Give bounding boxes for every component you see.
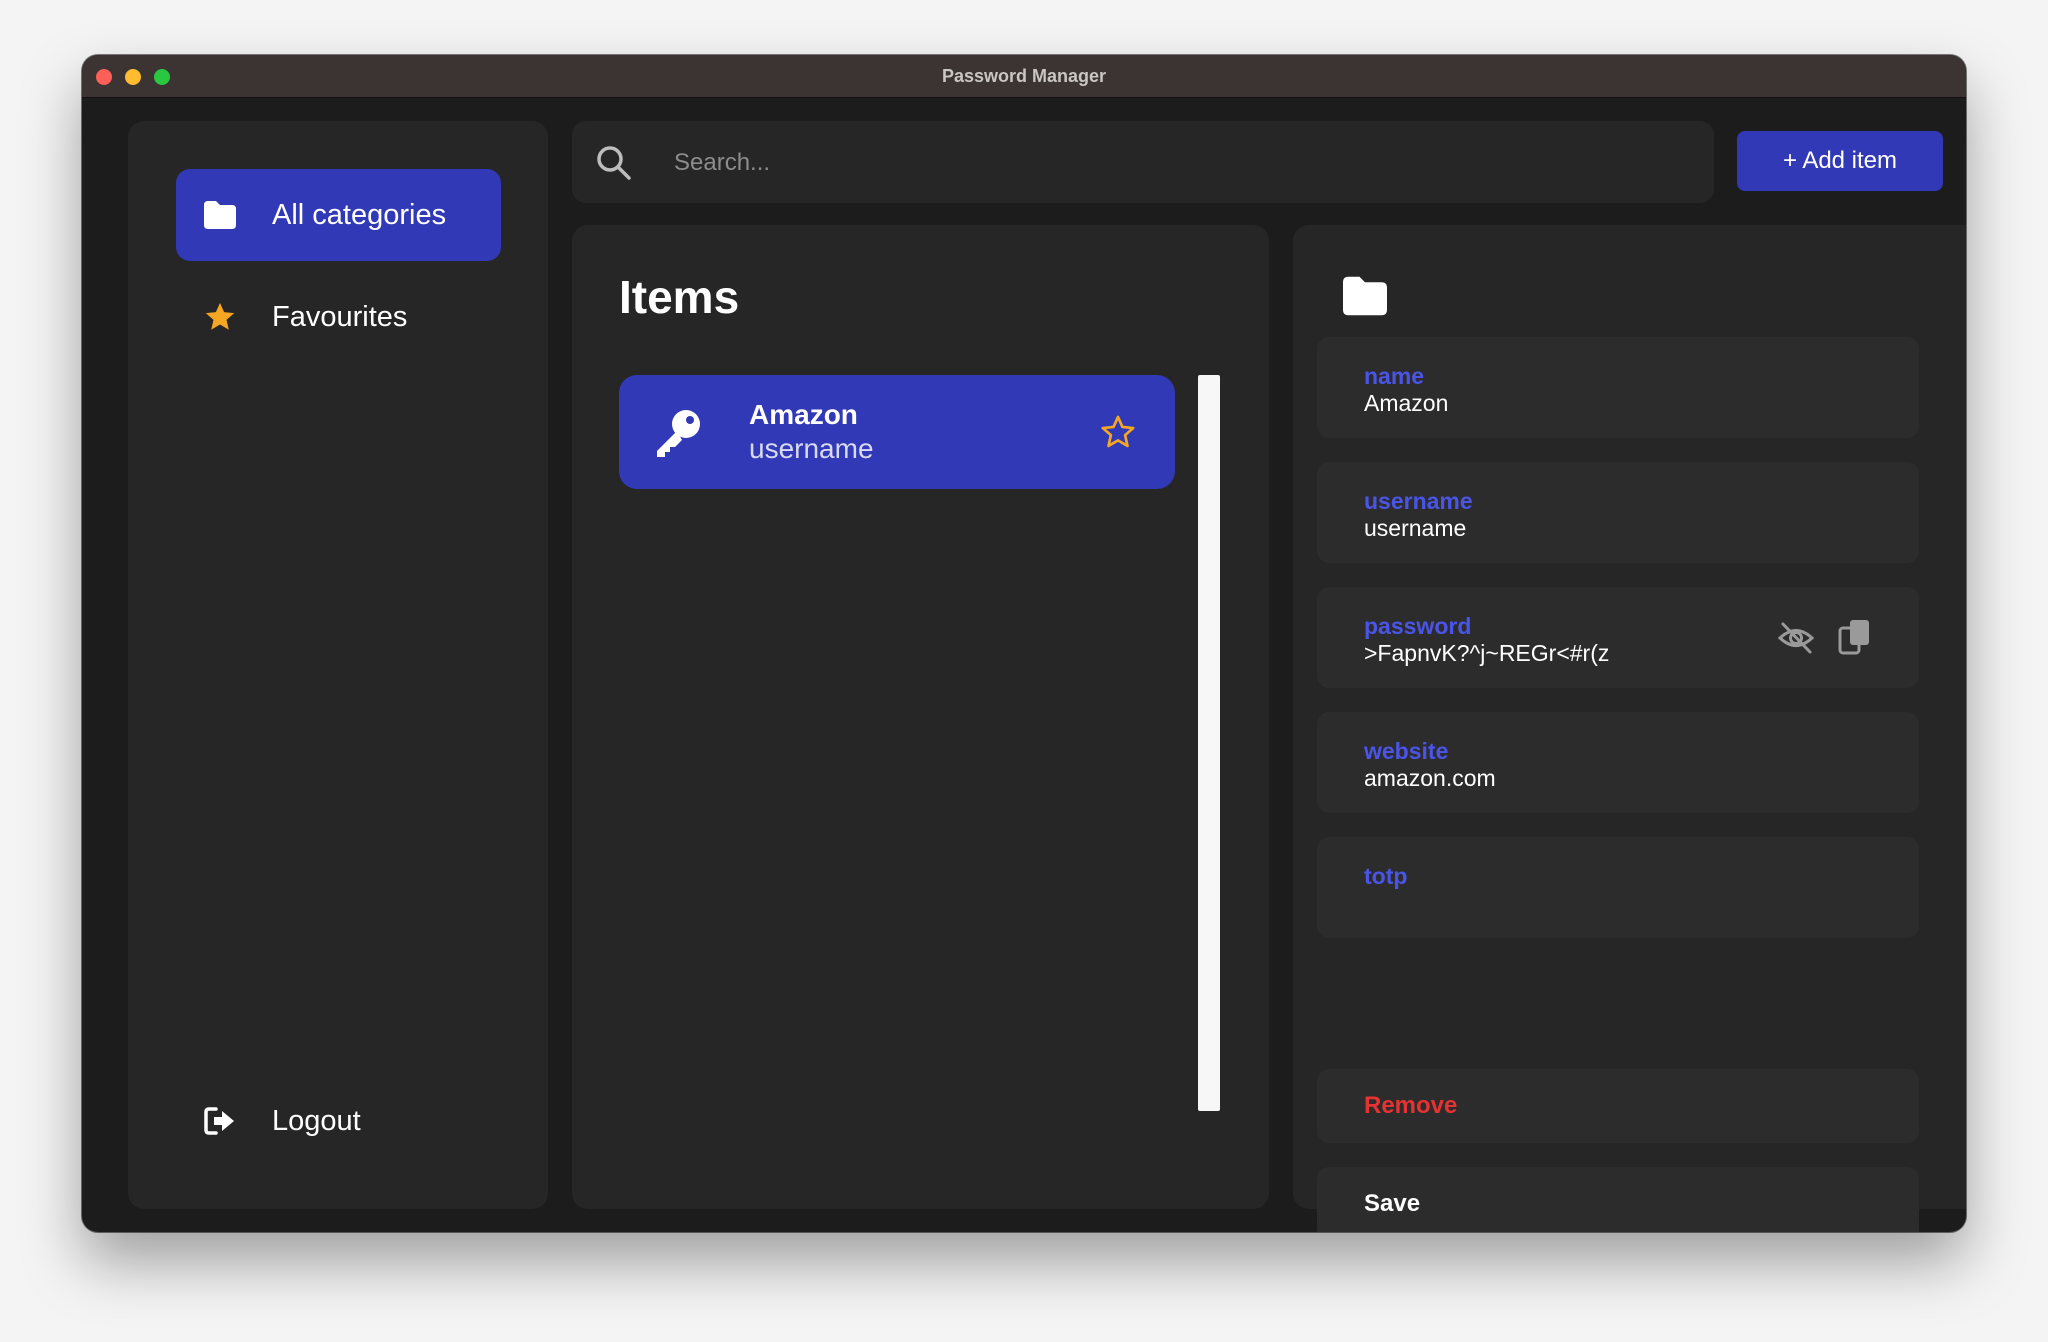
logout-button[interactable]: Logout xyxy=(176,1075,501,1167)
sidebar-item-label: Favourites xyxy=(272,300,408,333)
hide-password-icon[interactable] xyxy=(1777,619,1815,657)
sidebar-item-label: All categories xyxy=(272,198,447,231)
sidebar-item-favourites[interactable]: Favourites xyxy=(176,271,501,363)
field-label: totp xyxy=(1364,863,1408,889)
detail-panel: name Amazon username username password >… xyxy=(1293,225,1966,1232)
app-window: Password Manager All categories Favourit… xyxy=(82,55,1966,1232)
folder-icon xyxy=(202,197,238,233)
field-value[interactable]: username xyxy=(1364,515,1466,542)
items-panel: Items Amazon username xyxy=(572,225,1269,1209)
save-button[interactable]: Save xyxy=(1317,1167,1919,1232)
field-label: password xyxy=(1364,613,1472,639)
key-icon xyxy=(651,405,705,459)
search-bar xyxy=(572,121,1714,205)
field-label: name xyxy=(1364,363,1425,389)
logout-label: Logout xyxy=(272,1104,361,1137)
star-icon xyxy=(202,299,238,335)
field-value[interactable]: >FapnvK?^j~REGr<#r(z xyxy=(1364,640,1612,667)
name-field[interactable]: name Amazon xyxy=(1317,337,1919,438)
totp-field[interactable]: totp xyxy=(1317,837,1919,938)
list-item[interactable]: Amazon username xyxy=(619,375,1175,489)
title-bar: Password Manager xyxy=(82,55,1966,98)
favourite-star-icon[interactable] xyxy=(1099,413,1137,451)
field-value[interactable]: amazon.com xyxy=(1364,765,1496,792)
field-value[interactable]: Amazon xyxy=(1364,390,1448,417)
items-scrollbar[interactable] xyxy=(1198,375,1220,1111)
items-heading: Items xyxy=(619,271,740,323)
window-title: Password Manager xyxy=(941,66,1107,86)
logout-icon xyxy=(202,1103,238,1139)
item-name: Amazon xyxy=(749,399,858,430)
copy-icon[interactable] xyxy=(1837,617,1873,657)
search-input[interactable] xyxy=(672,121,1676,205)
password-field[interactable]: password >FapnvK?^j~REGr<#r(z xyxy=(1317,587,1919,688)
item-username: username xyxy=(749,433,874,464)
website-field[interactable]: website amazon.com xyxy=(1317,712,1919,813)
field-label: username xyxy=(1364,488,1473,514)
remove-button[interactable]: Remove xyxy=(1317,1069,1919,1143)
username-field[interactable]: username username xyxy=(1317,462,1919,563)
sidebar: All categories Favourites Logout xyxy=(128,121,548,1209)
search-icon xyxy=(594,143,634,183)
sidebar-item-all-categories[interactable]: All categories xyxy=(176,169,501,261)
field-label: website xyxy=(1364,738,1449,764)
add-item-button[interactable]: + Add item xyxy=(1737,131,1943,191)
folder-icon xyxy=(1340,274,1390,318)
